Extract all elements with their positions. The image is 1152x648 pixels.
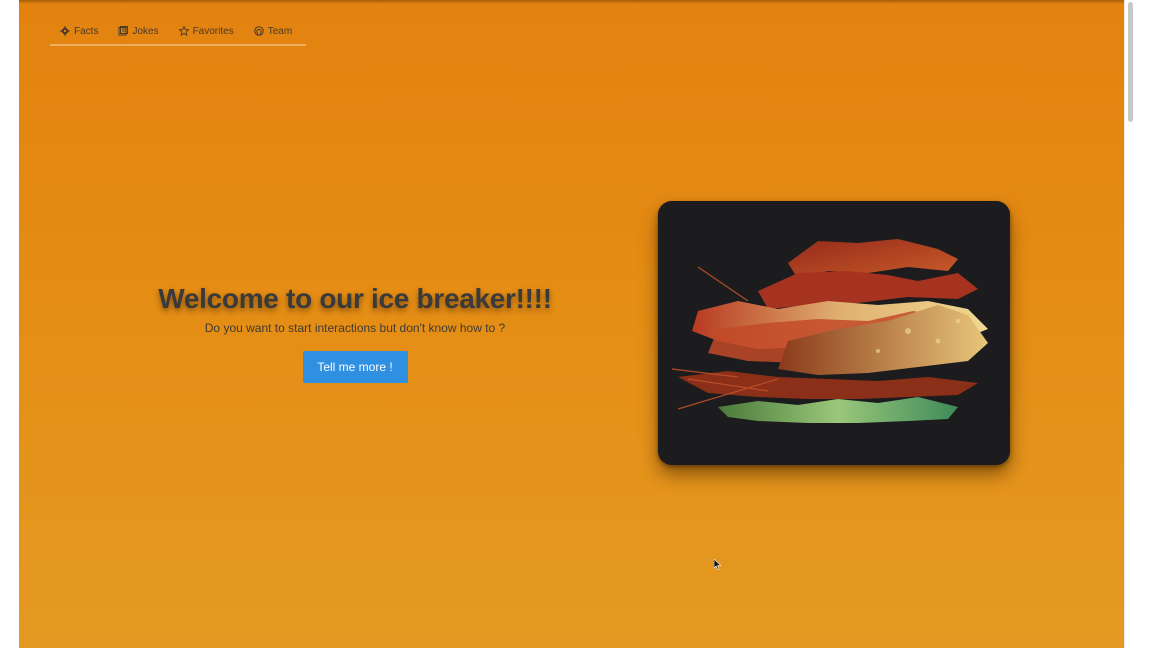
nav-item-jokes[interactable]: Jokes	[118, 25, 159, 37]
star-icon	[178, 26, 189, 36]
tell-me-more-button[interactable]: Tell me more !	[302, 351, 408, 383]
gear-icon	[60, 26, 70, 36]
nav-label-team: Team	[267, 25, 293, 37]
hero-section: Welcome to our ice breaker!!!! Do you wa…	[139, 283, 571, 383]
book-icon	[118, 26, 129, 36]
scrollbar-thumb[interactable]	[1128, 2, 1133, 122]
mouse-cursor-icon	[714, 559, 722, 570]
hero-title: Welcome to our ice breaker!!!!	[158, 283, 552, 314]
top-edge-shadow	[19, 0, 1124, 4]
hero-image-card	[658, 201, 1010, 465]
nav-label-jokes: Jokes	[132, 25, 159, 37]
nav-item-favorites[interactable]: Favorites	[178, 25, 234, 37]
nav-item-facts[interactable]: Facts	[60, 26, 98, 37]
nav-label-favorites: Favorites	[192, 25, 234, 37]
hero-subtitle: Do you want to start interactions but do…	[204, 321, 506, 335]
nav-label-facts: Facts	[74, 25, 99, 37]
github-icon	[253, 26, 264, 36]
window-left-gutter	[0, 0, 19, 648]
vertical-scrollbar[interactable]	[1124, 0, 1152, 648]
nav-item-team[interactable]: Team	[253, 25, 293, 37]
top-nav: Facts Jokes Favorites Team	[50, 22, 306, 46]
page-viewport: Facts Jokes Favorites Team Welcome to ou…	[19, 0, 1124, 648]
abstract-art-image	[658, 201, 1010, 465]
